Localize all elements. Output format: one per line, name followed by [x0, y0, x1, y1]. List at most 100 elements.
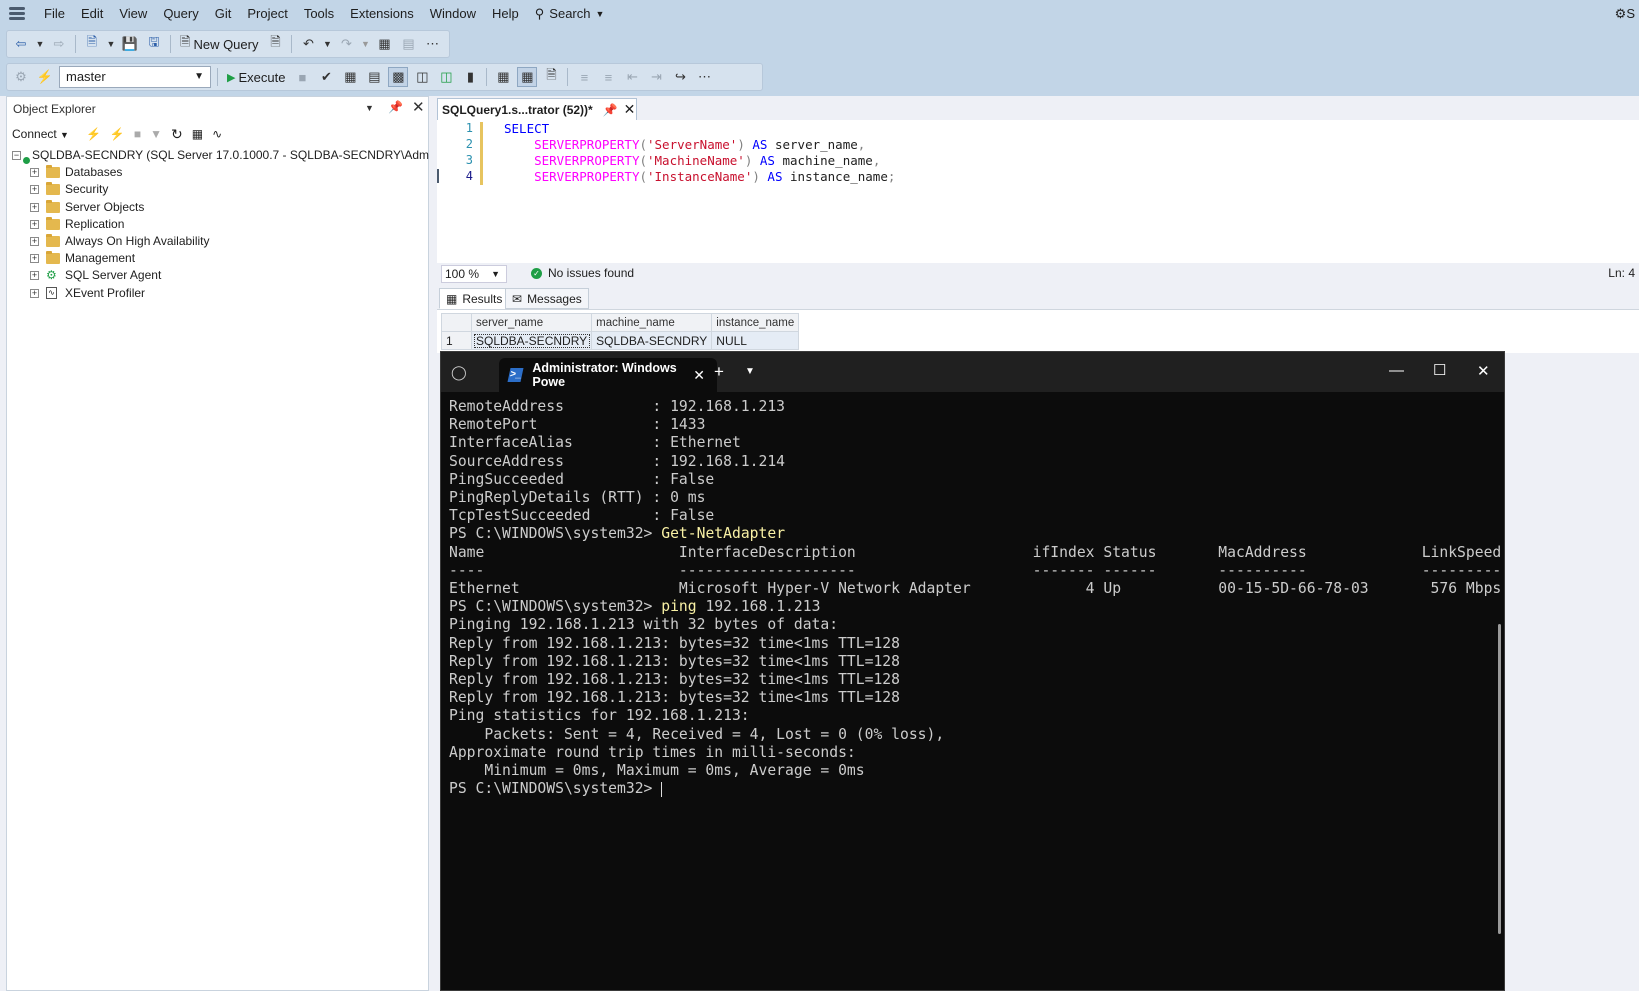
expand-icon[interactable]: +: [30, 254, 39, 264]
menu-git[interactable]: Git: [207, 0, 240, 28]
close-icon[interactable]: ✕: [624, 101, 636, 118]
execute-button[interactable]: ▶ Execute: [224, 70, 288, 85]
query-options-icon[interactable]: ▤: [364, 67, 384, 87]
tab-results[interactable]: ▦ Results: [439, 288, 510, 309]
live-stats-icon[interactable]: ◫: [436, 67, 456, 87]
save-icon[interactable]: 💾: [120, 34, 140, 54]
redo-icon[interactable]: ↷: [336, 34, 356, 54]
menu-view[interactable]: View: [111, 0, 155, 28]
menu-query[interactable]: Query: [155, 0, 206, 28]
corner-cell[interactable]: [441, 313, 472, 332]
redo-dropdown-icon[interactable]: ▼: [360, 34, 370, 54]
save-all-icon[interactable]: 🖫: [144, 34, 164, 54]
close-window-icon[interactable]: ✕: [1477, 362, 1490, 380]
new-project-dropdown-icon[interactable]: ▼: [106, 34, 116, 54]
menu-help[interactable]: Help: [484, 0, 527, 28]
zoom-selector[interactable]: 100 % ▼: [441, 265, 507, 283]
grid-cell[interactable]: SQLDBA-SECNDRY: [470, 331, 593, 350]
tree-node-databases[interactable]: + Databases: [7, 164, 428, 181]
panel-splitter[interactable]: [429, 96, 437, 991]
expand-icon[interactable]: +: [30, 271, 39, 281]
deploy-icon[interactable]: ▤: [398, 34, 418, 54]
undo-dropdown-icon[interactable]: ▼: [322, 34, 332, 54]
menu-extensions[interactable]: Extensions: [342, 0, 422, 28]
new-tab-icon[interactable]: +: [714, 362, 724, 382]
search-menu[interactable]: ⚲ Search ▼: [527, 0, 613, 28]
tree-node-xevent[interactable]: + ∿ XEvent Profiler: [7, 285, 428, 302]
expand-icon[interactable]: +: [30, 219, 39, 229]
terminal-scrollbar[interactable]: [1498, 624, 1501, 934]
undo-icon[interactable]: ↶: [298, 34, 318, 54]
column-header[interactable]: server_name: [470, 313, 593, 332]
disconnect-icon[interactable]: ⚡: [110, 127, 125, 141]
uncomment-icon[interactable]: ≡: [598, 67, 618, 87]
menu-edit[interactable]: Edit: [73, 0, 111, 28]
connect-icon[interactable]: ⚙: [11, 67, 31, 87]
back-icon[interactable]: ⇦: [11, 34, 31, 54]
tree-node-server-objects[interactable]: + Server Objects: [7, 199, 428, 216]
summary-icon[interactable]: ▦: [192, 127, 203, 141]
refresh-icon[interactable]: ↻: [171, 126, 183, 143]
tree-node-management[interactable]: + Management: [7, 250, 428, 267]
account-button[interactable]: ⚙S: [1611, 0, 1639, 28]
expand-icon[interactable]: +: [30, 237, 39, 247]
query-file-icon[interactable]: 🗎: [265, 34, 285, 54]
results-to-file-icon[interactable]: 🗎: [541, 67, 561, 87]
menu-tools[interactable]: Tools: [296, 0, 342, 28]
tree-node-security[interactable]: + Security: [7, 181, 428, 198]
row-number[interactable]: 1: [441, 331, 472, 350]
display-plan-icon[interactable]: ▦: [340, 67, 360, 87]
tree-node-sql-agent[interactable]: + ⚙ SQL Server Agent: [7, 267, 428, 284]
results-to-grid-icon[interactable]: ▦: [517, 67, 538, 87]
expand-icon[interactable]: +: [30, 202, 39, 212]
grid-cell[interactable]: SQLDBA-SECNDRY: [591, 331, 713, 350]
increase-indent-icon[interactable]: ⇥: [646, 67, 666, 87]
more-options-icon[interactable]: ⋯: [694, 67, 714, 87]
tab-messages[interactable]: ✉ Messages: [505, 288, 589, 309]
new-project-icon[interactable]: 🗎: [82, 34, 102, 54]
intellisense-icon[interactable]: ▩: [388, 67, 409, 87]
tree-node-always-on[interactable]: + Always On High Availability: [7, 233, 428, 250]
chevron-down-icon[interactable]: ▼: [745, 366, 755, 377]
expand-icon[interactable]: +: [30, 288, 39, 298]
pin-icon[interactable]: 📌: [388, 100, 403, 114]
tab-sqlquery1[interactable]: SQLQuery1.s...trator (52))* 📌 ✕: [437, 98, 637, 120]
connect-dropdown[interactable]: Connect ▼: [12, 127, 69, 141]
column-header[interactable]: machine_name: [591, 313, 713, 332]
menu-window[interactable]: Window: [422, 0, 484, 28]
close-icon[interactable]: ✕: [412, 98, 425, 116]
grid-cell[interactable]: NULL: [711, 331, 800, 350]
issues-indicator[interactable]: ✓ No issues found: [531, 266, 634, 280]
forward-icon[interactable]: ⇨: [49, 34, 69, 54]
client-stats-icon[interactable]: ▮: [460, 67, 480, 87]
filter-icon[interactable]: ▼: [150, 127, 162, 141]
query-editor[interactable]: 1 2 3 4 SELECT SERVERPROPERTY('ServerNam…: [437, 120, 1639, 263]
more-options-icon[interactable]: ⋯: [422, 34, 442, 54]
terminal-output[interactable]: RemoteAddress : 192.168.1.213 RemotePort …: [449, 398, 1501, 798]
tab-powershell[interactable]: >_ Administrator: Windows Powe ✕: [499, 358, 717, 392]
new-query-button[interactable]: 🗎 New Query: [177, 33, 261, 55]
parse-checkmark-icon[interactable]: ✔: [316, 67, 336, 87]
results-to-text-icon[interactable]: ▦: [493, 67, 513, 87]
maximize-icon[interactable]: ☐: [1433, 361, 1446, 379]
menu-file[interactable]: File: [36, 0, 73, 28]
pin-icon[interactable]: 📌: [603, 103, 618, 117]
activity-icon[interactable]: ∿: [212, 127, 222, 141]
collapse-icon[interactable]: −: [12, 151, 21, 161]
tree-server-node[interactable]: − SQLDBA-SECNDRY (SQL Server 17.0.1000.7…: [7, 147, 464, 165]
change-connection-icon[interactable]: ⚡: [35, 67, 55, 87]
menu-project[interactable]: Project: [239, 0, 295, 28]
stop-icon[interactable]: ■: [134, 127, 141, 141]
connect-icon[interactable]: ⚡: [86, 127, 101, 141]
stop-icon[interactable]: ■: [292, 67, 312, 87]
database-selector[interactable]: master ▼: [59, 66, 211, 88]
column-header[interactable]: instance_name: [711, 313, 800, 332]
decrease-indent-icon[interactable]: ⇤: [622, 67, 642, 87]
close-icon[interactable]: ✕: [693, 367, 705, 384]
expand-icon[interactable]: +: [30, 168, 39, 178]
back-dropdown-icon[interactable]: ▼: [35, 34, 45, 54]
activity-monitor-icon[interactable]: ▦: [374, 34, 394, 54]
comment-icon[interactable]: ≡: [574, 67, 594, 87]
chevron-down-icon[interactable]: ▼: [365, 103, 374, 113]
include-plan-icon[interactable]: ◫: [412, 67, 432, 87]
